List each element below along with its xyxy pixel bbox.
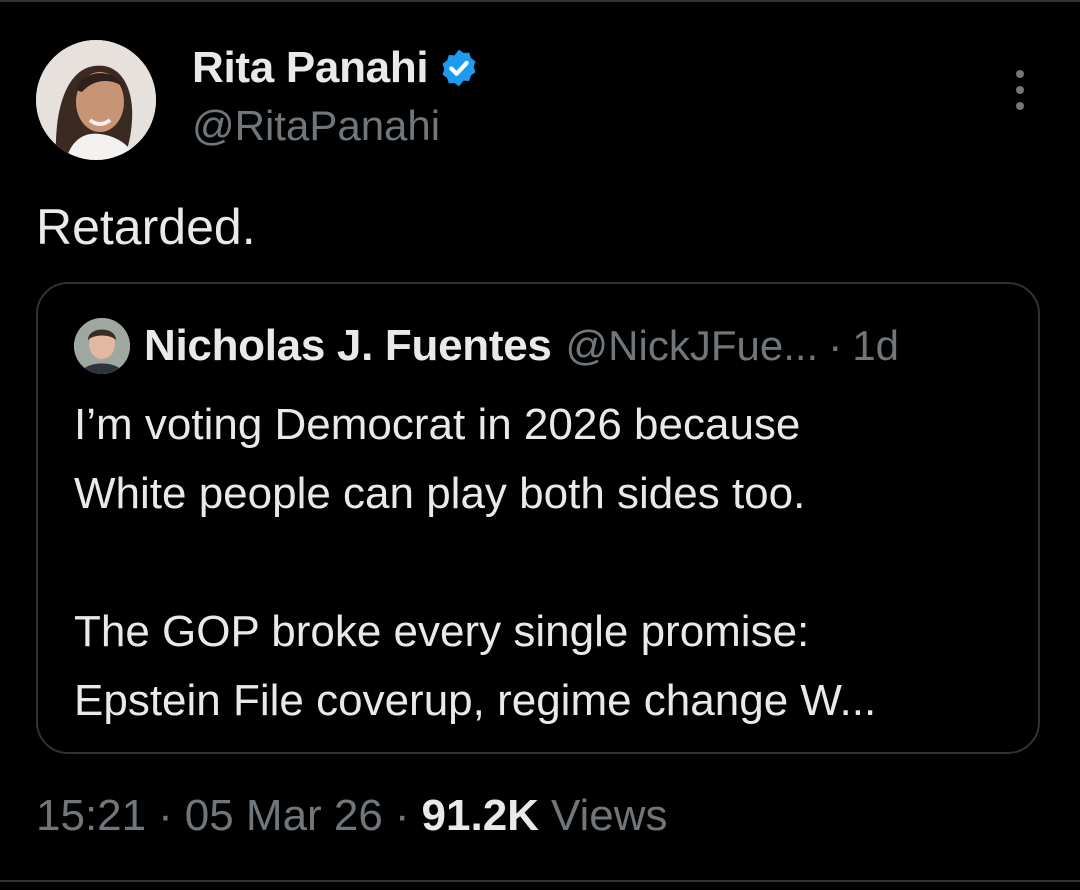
top-divider [0, 0, 1080, 2]
quoted-tweet-time[interactable]: 1d [852, 322, 899, 370]
quoted-tweet-text: I’m voting Democrat in 2026 because Whit… [74, 390, 1014, 735]
meta-separator: · [158, 791, 173, 840]
quoted-avatar-photo [74, 318, 130, 374]
quoted-text-line: White people can play both sides too. [74, 469, 806, 518]
author-display-name[interactable]: Rita Panahi [192, 43, 429, 93]
author-name-row: Rita Panahi [192, 42, 480, 94]
quoted-author-display-name[interactable]: Nicholas J. Fuentes [144, 321, 552, 371]
tweet-date[interactable]: 05 Mar 26 [185, 791, 383, 841]
quoted-text-line [74, 528, 1014, 597]
meta-separator: · [394, 791, 410, 840]
tweet-text: Retarded. [36, 199, 256, 255]
author-avatar[interactable] [36, 40, 156, 160]
quoted-tweet-card[interactable]: Nicholas J. Fuentes @NickJFue... · 1d I’… [36, 282, 1040, 754]
quoted-author-avatar[interactable] [74, 318, 130, 374]
views-label: Views [550, 791, 668, 840]
author-handle[interactable]: @RitaPanahi [192, 102, 440, 150]
avatar-photo [36, 40, 156, 160]
verified-badge-icon [442, 49, 476, 87]
quoted-text-line: The GOP broke every single promise: [74, 607, 810, 656]
quoted-text-line: I’m voting Democrat in 2026 because [74, 400, 801, 449]
bottom-divider [0, 880, 1080, 882]
tweet-time[interactable]: 15:21 [36, 791, 146, 841]
quoted-text-line: Epstein File coverup, regime change W... [74, 676, 877, 725]
views-count: 91.2K [421, 791, 539, 840]
tweet-meta: 15:21 · 05 Mar 26 · 91.2K Views [36, 786, 668, 846]
quoted-tweet-header: Nicholas J. Fuentes @NickJFue... · 1d [74, 318, 899, 374]
more-dot [1016, 102, 1024, 110]
quoted-author-handle[interactable]: @NickJFue... [566, 322, 819, 370]
more-dot [1016, 70, 1024, 78]
more-vertical-icon[interactable] [1002, 70, 1038, 110]
header-separator: · [828, 322, 843, 369]
more-dot [1016, 86, 1024, 94]
